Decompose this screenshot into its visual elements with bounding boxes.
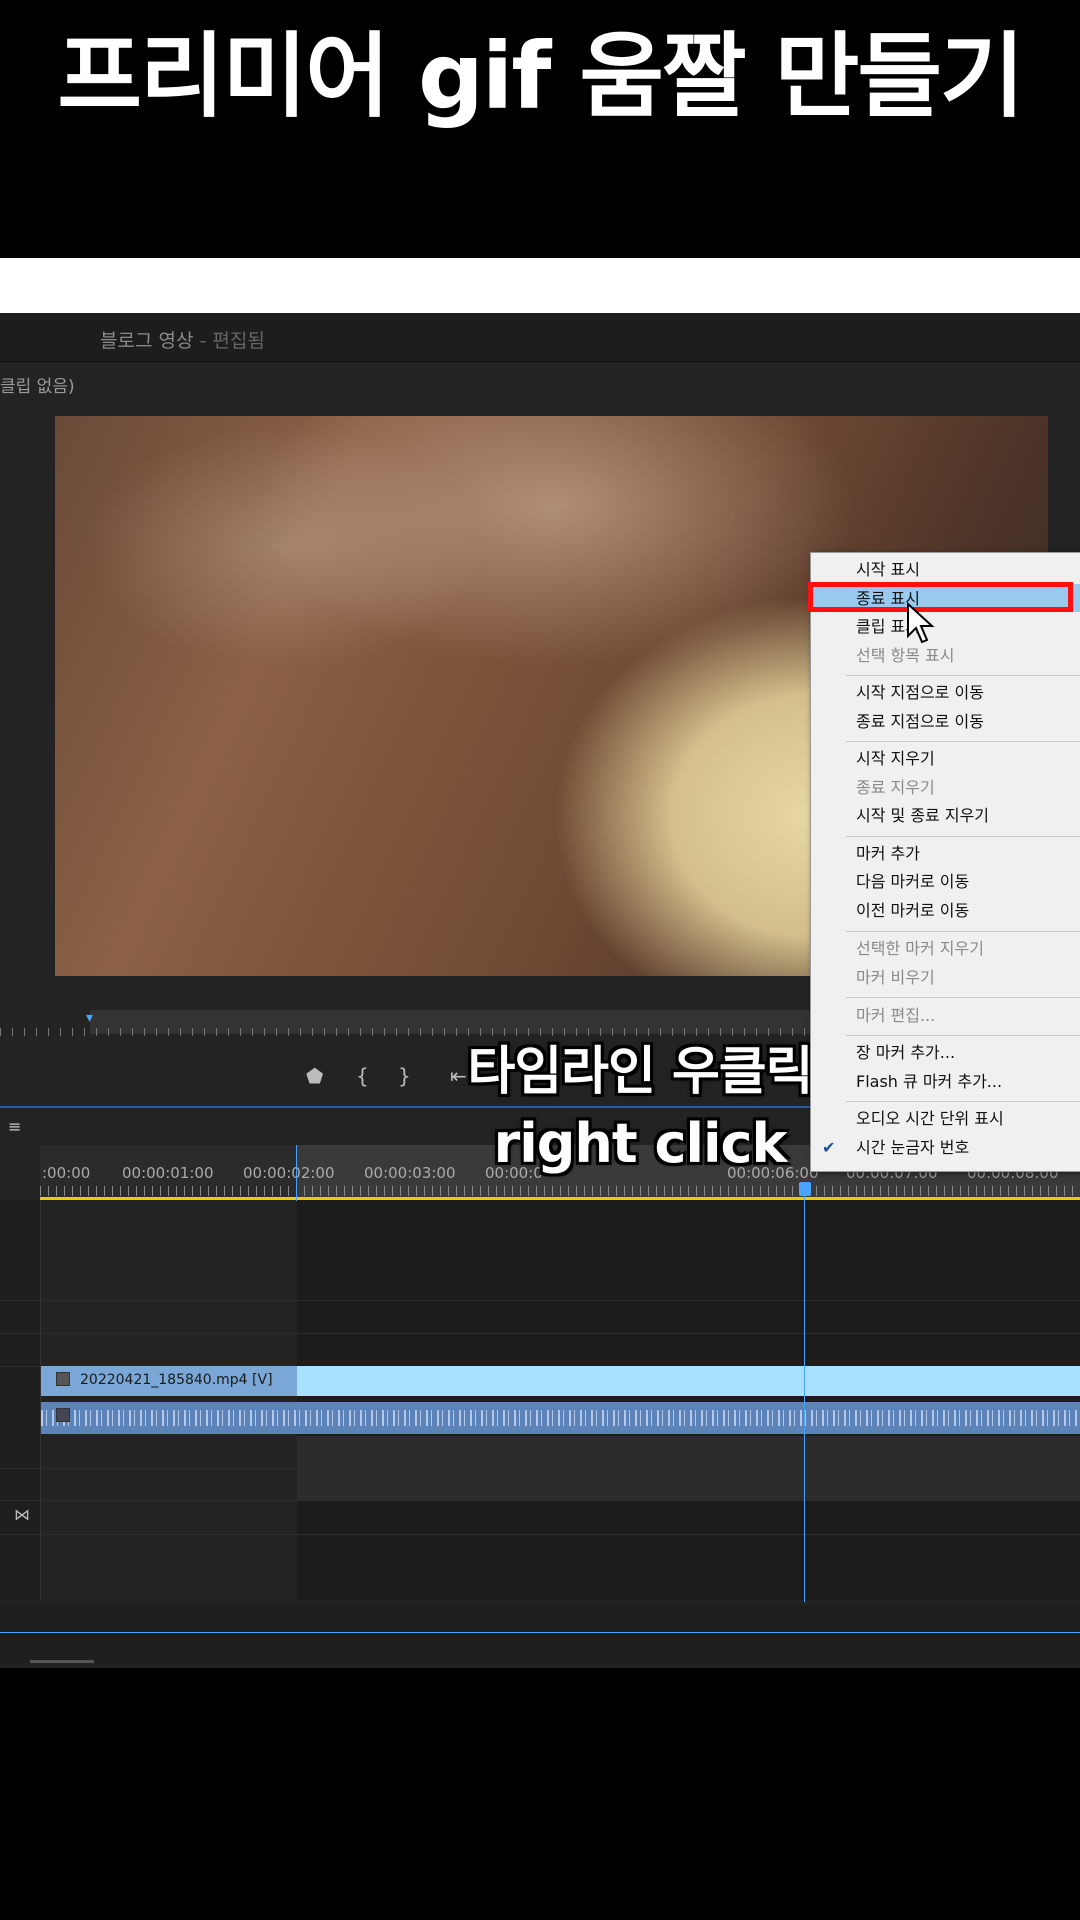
menu-item-mark-in[interactable]: 시작 표시 [856,560,920,580]
checkmark-icon: ✔ [822,1138,836,1157]
audio-fx-icon [56,1408,70,1422]
white-strip [0,258,1080,313]
ruler-ticks [40,1186,1080,1196]
sequence-name: 블로그 영상 [100,330,194,352]
fx-icon [56,1372,70,1386]
timeline-bottom-bar [0,1605,1080,1663]
timecode: 00:00:01:00 [122,1164,214,1182]
timecode: :00:00 [42,1164,91,1182]
track-divider [0,1500,1080,1501]
menu-item-add-flash-cue[interactable]: Flash 큐 마커 추가... [856,1072,1002,1092]
menu-item-clear-in[interactable]: 시작 지우기 [856,749,935,769]
menu-separator [846,931,1080,932]
mark-out-icon[interactable]: } [398,1064,411,1088]
mark-in-icon[interactable]: { [356,1064,369,1088]
menu-item-clear-selected-marker: 선택한 마커 지우기 [856,939,984,958]
empty-audio-track [297,1436,1080,1500]
caption-english: right click [493,1112,788,1175]
menu-separator [846,1035,1080,1036]
menu-item-prev-marker[interactable]: 이전 마커로 이동 [856,901,969,921]
scrub-ticks [0,1028,810,1036]
panel-border [0,1632,1080,1633]
menu-item-next-marker[interactable]: 다음 마커로 이동 [856,872,969,892]
timecode: 00:00:02:00 [243,1164,335,1182]
caption-korean: 타임라인 우클릭 [467,1042,814,1102]
video-title: 프리미어 gif 움짤 만들기 [57,23,1024,130]
audio-waveform [41,1410,1080,1426]
menu-separator [846,741,1080,742]
track-headers [0,1200,41,1600]
menu-item-add-chapter-marker[interactable]: 장 마커 추가... [856,1043,955,1063]
track-divider [0,1333,1080,1334]
track-divider [0,1534,1080,1535]
menu-item-add-marker[interactable]: 마커 추가 [856,844,920,864]
menu-separator [846,675,1080,676]
menu-separator [846,997,1080,998]
add-marker-icon[interactable]: ⬟ [306,1064,323,1088]
menu-separator [846,836,1080,837]
menu-item-show-audio-time[interactable]: 오디오 시간 단위 표시 [856,1109,1004,1129]
pre-in-shade [41,1200,297,1600]
menu-item-clear-markers: 마커 비우기 [856,968,935,987]
edited-suffix: - 편집됨 [193,330,265,352]
menu-item-time-ruler-numbers[interactable]: 시간 눈금자 번호 [856,1138,969,1158]
panel-menu-icon[interactable]: ≡ [8,1117,21,1136]
menu-separator [846,1101,1080,1102]
red-callout-box [808,582,1073,612]
menu-item-go-to-out[interactable]: 종료 지점으로 이동 [856,712,984,732]
mouse-cursor-icon [907,602,935,644]
in-point-marker [296,1145,297,1201]
playhead-handle[interactable] [799,1182,811,1196]
horizontal-scrollbar[interactable] [30,1660,94,1663]
video-clip-label: 20220421_185840.mp4 [V] [80,1372,273,1388]
menu-item-clear-in-out[interactable]: 시작 및 종료 지우기 [856,806,989,826]
scrub-playhead-icon[interactable]: ▾ [86,1010,94,1028]
track-toggle-icon[interactable]: ⋈ [14,1505,30,1524]
playhead-line[interactable] [804,1182,805,1602]
program-monitor-title[interactable]: 블로그 영상 - 편집됨 [100,326,265,353]
source-label: 클립 없음) [0,377,75,397]
menu-item-clear-out: 종료 지우기 [856,778,935,797]
track-divider [0,1300,1080,1301]
menu-item-go-to-in[interactable]: 시작 지점으로 이동 [856,683,984,703]
menu-item-mark-selection: 선택 항목 표시 [856,646,955,665]
menu-item-edit-marker: 마커 편집... [856,1006,936,1025]
